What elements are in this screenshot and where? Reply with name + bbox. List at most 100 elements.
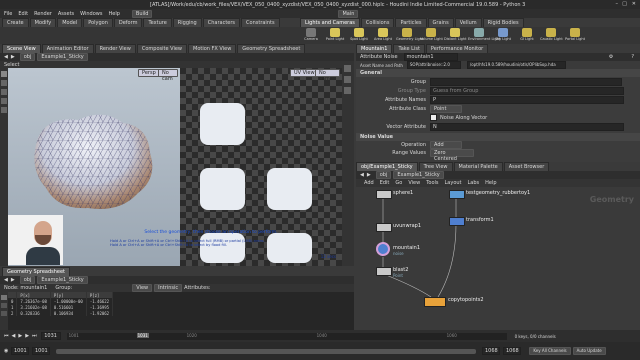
- shelf-tab-lights[interactable]: Lights and Cameras: [300, 18, 360, 27]
- area-light-tool[interactable]: Area Light: [372, 28, 394, 41]
- shelf-tab-create[interactable]: Create: [2, 18, 29, 27]
- caustic-light-tool[interactable]: Caustic Light: [540, 28, 563, 41]
- shelf-tab-rigging[interactable]: Rigging: [172, 18, 202, 27]
- distant-light-tool[interactable]: Distant Light: [444, 28, 466, 41]
- tab-network-obj[interactable]: obj/Example1_Sticky: [356, 162, 418, 171]
- node-testgeometry-rubbertoy1[interactable]: testgeometry_rubbertoy1: [449, 190, 530, 199]
- noise-along-vector-checkbox[interactable]: [430, 114, 437, 121]
- shelf-tab-collisions[interactable]: Collisions: [360, 18, 395, 27]
- range-start2-field[interactable]: 1001: [32, 347, 51, 355]
- shelf-tab-vellum[interactable]: Vellum: [454, 18, 482, 27]
- shelf-tab-texture[interactable]: Texture: [143, 18, 172, 27]
- range-slider[interactable]: [56, 348, 477, 354]
- step-forward-icon[interactable]: ▶: [25, 333, 29, 339]
- tab-geometry-spreadsheet-bottom[interactable]: Geometry Spreadsheet: [2, 267, 71, 276]
- network-menu-add[interactable]: Add: [364, 180, 374, 186]
- build-dropdown[interactable]: Build: [131, 9, 153, 18]
- tab-take-list[interactable]: Take List: [393, 44, 425, 53]
- range-start-field[interactable]: 1001: [11, 347, 30, 355]
- shading-icon[interactable]: [344, 76, 351, 83]
- tab-tree-view[interactable]: Tree View: [418, 162, 453, 171]
- wireframe-icon[interactable]: [344, 87, 351, 94]
- network-forward-icon[interactable]: ▶: [367, 172, 371, 178]
- section-noise-value[interactable]: Noise Value: [356, 133, 640, 141]
- network-back-icon[interactable]: ◀: [360, 172, 364, 178]
- menu-help[interactable]: Help: [108, 11, 119, 17]
- tab-geometry-spreadsheet[interactable]: Geometry Spreadsheet: [237, 44, 306, 53]
- jump-start-icon[interactable]: ⏮: [4, 333, 9, 339]
- network-menu-help[interactable]: Help: [485, 180, 496, 186]
- primitives-mode-icon[interactable]: [1, 311, 7, 316]
- network-menu-layout[interactable]: Layout: [445, 180, 462, 186]
- display-options-icon[interactable]: [344, 65, 351, 72]
- network-path-obj[interactable]: obj: [375, 171, 392, 179]
- group-type-field[interactable]: Guess from Group: [430, 86, 624, 95]
- range-end2-field[interactable]: 1068: [503, 347, 522, 355]
- attribute-class-dropdown[interactable]: Point: [430, 104, 462, 113]
- table-row[interactable]: 0 7.26367e-08 -1.00000e-00 -1.46622: [8, 298, 114, 304]
- geometry-light-tool[interactable]: Geometry Light: [396, 28, 423, 41]
- desktop-dropdown[interactable]: Main: [338, 9, 359, 18]
- realtime-icon[interactable]: ◉: [4, 348, 8, 354]
- shelf-tab-modify[interactable]: Modify: [29, 18, 57, 27]
- tab-mountain1[interactable]: Mountain1: [356, 44, 393, 53]
- section-general[interactable]: General: [356, 69, 640, 77]
- network-menu-view[interactable]: View: [408, 180, 420, 186]
- camera-tool[interactable]: Camera: [300, 28, 322, 41]
- portal-light-tool[interactable]: Portal Light: [564, 28, 586, 41]
- network-menu-labs[interactable]: Labs: [468, 180, 480, 186]
- tab-animation-editor[interactable]: Animation Editor: [41, 44, 94, 53]
- shelf-tab-particles[interactable]: Particles: [395, 18, 427, 27]
- rotate-icon[interactable]: [1, 89, 7, 95]
- forward-arrow-icon[interactable]: ▶: [11, 54, 15, 60]
- spreadsheet-forward-icon[interactable]: ▶: [11, 277, 15, 283]
- tab-material-palette[interactable]: Material Palette: [453, 162, 503, 171]
- attribute-names-field[interactable]: P: [430, 95, 624, 104]
- node-blast2[interactable]: blast2 Point: [376, 267, 408, 278]
- node-mountain1[interactable]: mountain1 noise: [376, 242, 420, 256]
- cam-menu[interactable]: No cam: [158, 69, 178, 82]
- tab-scene-view[interactable]: Scene View: [2, 44, 41, 53]
- current-frame-field[interactable]: 1031: [40, 332, 61, 340]
- points-mode-icon[interactable]: [1, 295, 7, 300]
- scale-icon[interactable]: [1, 98, 7, 104]
- shelf-tab-polygon[interactable]: Polygon: [83, 18, 113, 27]
- network-canvas[interactable]: Geometry sphere1 testgeometry_rubbertoy1…: [356, 187, 640, 330]
- jump-end-icon[interactable]: ⏭: [32, 333, 37, 339]
- move-icon[interactable]: [1, 80, 7, 86]
- back-arrow-icon[interactable]: ◀: [4, 54, 8, 60]
- node-name-field[interactable]: mountain1: [403, 53, 458, 61]
- shelf-tab-characters[interactable]: Characters: [202, 18, 241, 27]
- select-tool-label[interactable]: Select: [4, 62, 19, 68]
- auto-update-button[interactable]: Auto Update: [572, 347, 606, 355]
- spreadsheet-back-icon[interactable]: ◀: [4, 277, 8, 283]
- key-all-channels-button[interactable]: Key All Channels: [529, 347, 571, 355]
- environment-light-tool[interactable]: Environment Light: [468, 28, 500, 41]
- network-path-network[interactable]: Example1_Sticky: [393, 171, 444, 179]
- volume-light-tool[interactable]: Volume Light: [420, 28, 443, 41]
- menu-edit[interactable]: Edit: [18, 11, 28, 17]
- minimize-icon[interactable]: –: [616, 1, 619, 7]
- tab-performance-monitor[interactable]: Performance Monitor: [425, 44, 489, 53]
- network-menu-go[interactable]: Go: [395, 180, 402, 186]
- play-icon[interactable]: ▶: [18, 333, 22, 339]
- point-light-tool[interactable]: Point Light: [324, 28, 346, 41]
- shelf-tab-constraints[interactable]: Constraints: [241, 18, 280, 27]
- spreadsheet-path-network[interactable]: Example1_Sticky: [37, 276, 88, 284]
- vector-attribute-field[interactable]: N: [430, 122, 624, 131]
- help-icon[interactable]: ?: [631, 54, 634, 60]
- range-end-field[interactable]: 1068: [482, 347, 501, 355]
- tab-motion-fx-view[interactable]: Motion FX View: [188, 44, 237, 53]
- node-copytopoints2[interactable]: copytopoints2: [424, 297, 484, 307]
- spot-light-tool[interactable]: Spot Light: [348, 28, 370, 41]
- network-menu-edit[interactable]: Edit: [380, 180, 390, 186]
- current-frame-marker[interactable]: 1031: [136, 332, 149, 338]
- shelf-tab-rigid-bodies[interactable]: Rigid Bodies: [482, 18, 524, 27]
- sky-light-tool[interactable]: Sky Light: [492, 28, 514, 41]
- menu-assets[interactable]: Assets: [58, 11, 74, 17]
- operation-dropdown[interactable]: Add: [430, 141, 462, 149]
- shelf-tab-model[interactable]: Model: [57, 18, 83, 27]
- shelf-tab-grains[interactable]: Grains: [427, 18, 454, 27]
- tab-composite-view[interactable]: Composite View: [136, 44, 187, 53]
- menu-file[interactable]: File: [4, 11, 12, 17]
